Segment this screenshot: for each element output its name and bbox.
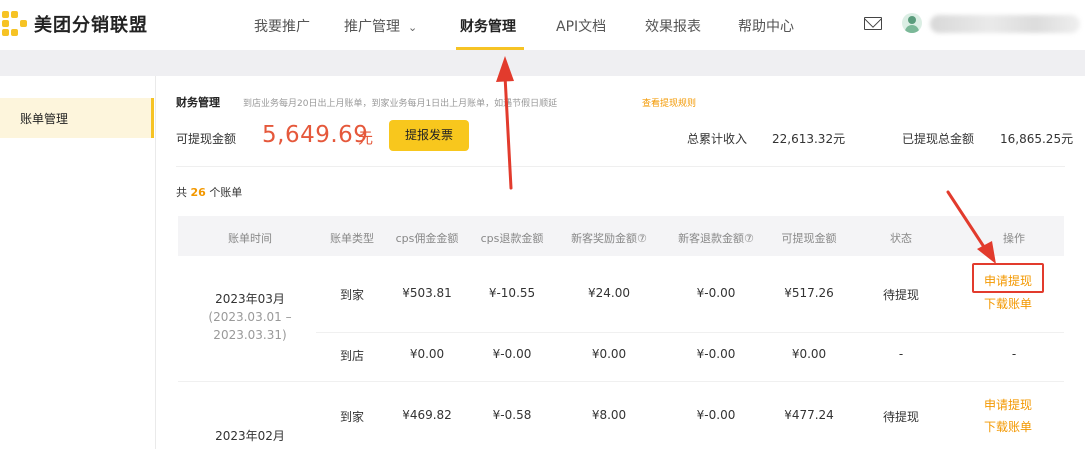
- cell-new-refund: ¥-0.00: [696, 286, 736, 300]
- bill-count-suffix: 个账单: [209, 186, 243, 199]
- logo-icon: [2, 11, 28, 37]
- column-header-new-reward[interactable]: 新客奖励金额⑦: [571, 230, 647, 246]
- withdraw-rules-link[interactable]: 查看提现规则: [642, 96, 696, 109]
- cell-withdrawable: ¥517.26: [784, 286, 834, 300]
- main-content: 财务管理 到店业务每月20日出上月账单，到家业务每月1日出上月账单，如遇节假日顺…: [156, 76, 1085, 449]
- cell-cps-commission: ¥503.81: [402, 286, 452, 300]
- cell-bill-type: 到家: [339, 410, 365, 424]
- withdrawable-unit: 元: [358, 129, 374, 147]
- cell-cps-refund: ¥-0.58: [492, 408, 532, 422]
- cell-status: -: [898, 347, 904, 361]
- sidebar-item-bill-management[interactable]: 账单管理: [0, 98, 154, 138]
- cell-action: -: [1011, 347, 1017, 361]
- bill-count-prefix: 共: [176, 186, 187, 199]
- bill-range-start: (2023.03.01 –: [208, 310, 292, 324]
- user-name-blurred[interactable]: [930, 15, 1080, 33]
- column-header-status: 状态: [890, 232, 912, 245]
- header-separator-band: [0, 50, 1085, 76]
- download-bill-link[interactable]: 下载账单: [984, 295, 1032, 312]
- top-header: 美团分销联盟 我要推广 推广管理 ⌄ 财务管理 API文档 效果报表 帮助中心: [0, 0, 1085, 50]
- column-header-withdrawable: 可提现金额: [781, 232, 837, 245]
- cell-bill-type: 到家: [339, 288, 365, 302]
- group-divider: [178, 381, 1064, 382]
- cell-new-reward: ¥8.00: [591, 408, 627, 422]
- logo[interactable]: 美团分销联盟: [2, 11, 148, 37]
- column-header-new-refund[interactable]: 新客退款金额⑦: [678, 230, 754, 246]
- column-header-bill-time: 账单时间: [228, 232, 272, 245]
- total-income-value: 22,613.32元: [772, 132, 846, 146]
- cell-cps-refund: ¥-10.55: [488, 286, 536, 300]
- mail-icon[interactable]: [864, 17, 882, 30]
- column-header-bill-type: 账单类型: [330, 232, 374, 245]
- divider: [176, 166, 1065, 167]
- bill-month: 2023年02月: [215, 429, 285, 443]
- cell-cps-refund: ¥-0.00: [492, 347, 532, 361]
- cell-bill-type: 到店: [339, 349, 365, 363]
- cell-withdrawable: ¥0.00: [791, 347, 827, 361]
- bill-range-end: 2023.03.31): [213, 328, 287, 342]
- total-income-label: 总累计收入: [687, 132, 748, 146]
- nav-item-promote[interactable]: 我要推广: [254, 16, 310, 36]
- bill-month: 2023年03月: [215, 292, 285, 306]
- cell-status: 待提现: [882, 288, 920, 302]
- apply-withdraw-link[interactable]: 申请提现: [984, 396, 1032, 413]
- nav-item-promotion-management[interactable]: 推广管理 ⌄: [344, 16, 417, 36]
- cell-cps-commission: ¥0.00: [409, 347, 445, 361]
- submit-invoice-button[interactable]: 提报发票: [389, 120, 469, 151]
- cell-status: 待提现: [882, 410, 920, 424]
- cell-new-refund: ¥-0.00: [696, 347, 736, 361]
- bill-count-number: 26: [190, 186, 206, 199]
- download-bill-link[interactable]: 下载账单: [984, 418, 1032, 435]
- cell-new-reward: ¥24.00: [588, 286, 630, 300]
- table-header: 账单时间 账单类型 cps佣金金额 cps退款金额 新客奖励金额⑦ 新客退款金额…: [178, 216, 1064, 256]
- row-divider: [316, 332, 1064, 333]
- sidebar-item-label: 账单管理: [20, 112, 69, 126]
- nav-item-finance[interactable]: 财务管理: [460, 16, 516, 36]
- avatar[interactable]: [902, 13, 922, 33]
- withdrawable-amount: 5,649.69: [262, 122, 369, 148]
- cell-new-reward: ¥0.00: [591, 347, 627, 361]
- column-header-cps-commission: cps佣金金额: [395, 232, 459, 245]
- cell-new-refund: ¥-0.00: [696, 408, 736, 422]
- nav-item-reports[interactable]: 效果报表: [645, 16, 701, 36]
- column-header-cps-refund: cps退款金额: [480, 232, 544, 245]
- nav-item-label: 推广管理: [344, 19, 400, 35]
- nav-item-help[interactable]: 帮助中心: [738, 16, 794, 36]
- cell-cps-commission: ¥469.82: [402, 408, 452, 422]
- cell-withdrawable: ¥477.24: [784, 408, 834, 422]
- section-title: 财务管理: [176, 96, 220, 109]
- billing-note: 到店业务每月20日出上月账单，到家业务每月1日出上月账单，如遇节假日顺延: [243, 99, 558, 109]
- withdrawable-label: 可提现金额: [176, 132, 237, 146]
- nav-item-api-docs[interactable]: API文档: [556, 16, 606, 36]
- sidebar: 账单管理: [0, 76, 156, 449]
- withdrawn-total-label: 已提现总金额: [902, 132, 975, 146]
- bill-count: 共 26 个账单: [176, 184, 242, 200]
- withdrawn-total-value: 16,865.25元: [1000, 132, 1074, 146]
- annotation-highlight-box: [972, 263, 1044, 293]
- column-header-action: 操作: [1003, 232, 1025, 245]
- logo-text: 美团分销联盟: [34, 15, 148, 36]
- chevron-down-icon: ⌄: [408, 21, 418, 34]
